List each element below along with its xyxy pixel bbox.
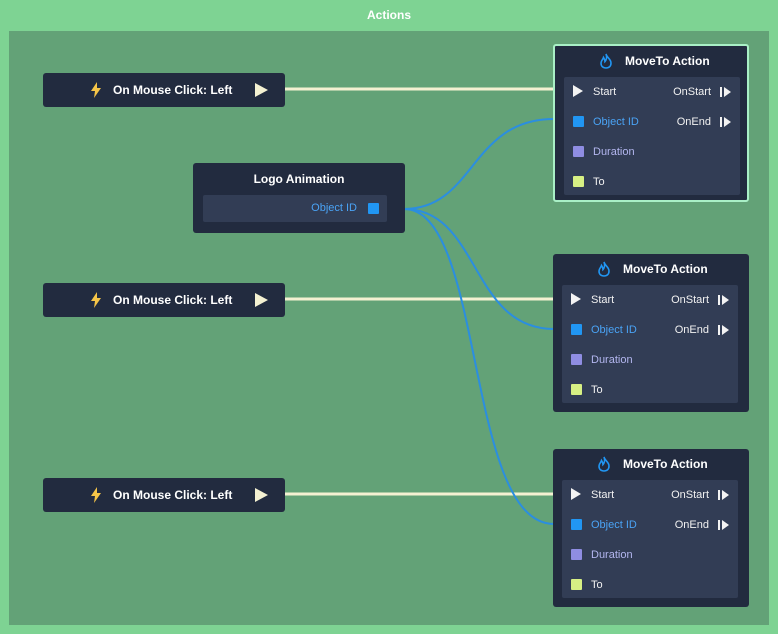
- moveto-action-node-3[interactable]: MoveTo Action Start OnStart Object ID On…: [553, 449, 749, 607]
- duration-label: Duration: [591, 549, 633, 561]
- trigger-label: On Mouse Click: Left: [113, 83, 233, 97]
- play-icon[interactable]: [253, 292, 269, 308]
- node-body: Start OnStart Object ID OnEnd Duration T…: [562, 285, 738, 403]
- onstart-label: OnStart: [671, 294, 709, 306]
- node-body: Start OnStart Object ID OnEnd Duration T…: [562, 480, 738, 598]
- moveto-action-node-2[interactable]: MoveTo Action Start OnStart Object ID On…: [553, 254, 749, 412]
- duration-row: Duration: [562, 345, 738, 375]
- node-header: MoveTo Action: [555, 46, 747, 76]
- start-input-pin[interactable]: [571, 488, 581, 500]
- to-label: To: [593, 176, 605, 188]
- node-title: MoveTo Action: [623, 457, 708, 471]
- to-input-pin[interactable]: [571, 579, 582, 590]
- node-body: Start OnStart Object ID OnEnd Duration T…: [564, 77, 740, 195]
- object-id-row: Object ID OnEnd: [562, 510, 738, 540]
- object-id-label: Object ID: [593, 116, 639, 128]
- start-input-pin[interactable]: [573, 85, 583, 97]
- onstart-label: OnStart: [673, 86, 711, 98]
- object-id-input-pin[interactable]: [571, 324, 582, 335]
- duration-input-pin[interactable]: [571, 549, 582, 560]
- object-id-input-pin[interactable]: [571, 519, 582, 530]
- trigger-label: On Mouse Click: Left: [113, 293, 233, 307]
- start-row: Start OnStart: [562, 480, 738, 510]
- object-id-output-row: Object ID: [203, 195, 387, 222]
- duration-row: Duration: [562, 540, 738, 570]
- fire-icon: [600, 53, 612, 69]
- object-id-input-pin[interactable]: [573, 116, 584, 127]
- to-row: To: [564, 167, 740, 197]
- start-label: Start: [593, 86, 617, 98]
- lightning-icon: [91, 487, 101, 503]
- node-title: Logo Animation: [253, 172, 345, 186]
- to-label: To: [591, 579, 603, 591]
- start-input-pin[interactable]: [571, 293, 581, 305]
- to-row: To: [562, 375, 738, 405]
- object-id-label: Object ID: [591, 324, 637, 336]
- object-id-row: Object ID OnEnd: [564, 107, 740, 137]
- to-label: To: [591, 384, 603, 396]
- onend-label: OnEnd: [674, 324, 709, 336]
- to-row: To: [562, 570, 738, 600]
- onend-output-pin[interactable]: [718, 324, 730, 336]
- duration-label: Duration: [591, 354, 633, 366]
- trigger-label: On Mouse Click: Left: [113, 488, 233, 502]
- duration-label: Duration: [593, 146, 635, 158]
- fire-icon: [598, 261, 610, 277]
- object-id-output-pin[interactable]: [368, 203, 379, 214]
- onstart-output-pin[interactable]: [718, 489, 730, 501]
- trigger-node-2[interactable]: On Mouse Click: Left: [43, 283, 285, 317]
- trigger-node-1[interactable]: On Mouse Click: Left: [43, 73, 285, 107]
- trigger-node-3[interactable]: On Mouse Click: Left: [43, 478, 285, 512]
- onstart-output-pin[interactable]: [718, 294, 730, 306]
- onend-label: OnEnd: [676, 116, 711, 128]
- object-id-row: Object ID OnEnd: [562, 315, 738, 345]
- start-label: Start: [591, 489, 615, 501]
- fire-icon: [598, 456, 610, 472]
- to-input-pin[interactable]: [573, 176, 584, 187]
- logo-animation-node[interactable]: Logo Animation Object ID: [193, 163, 405, 233]
- start-label: Start: [591, 294, 615, 306]
- lightning-icon: [91, 82, 101, 98]
- lightning-icon: [91, 292, 101, 308]
- start-row: Start OnStart: [562, 285, 738, 315]
- actions-graph-window: Actions On Mouse Click: Left On Mouse Cl…: [0, 0, 778, 634]
- play-icon[interactable]: [253, 487, 269, 503]
- onend-output-pin[interactable]: [720, 116, 732, 128]
- moveto-action-node-1[interactable]: MoveTo Action Start OnStart Object ID On…: [553, 44, 749, 202]
- node-title: MoveTo Action: [623, 262, 708, 276]
- to-input-pin[interactable]: [571, 384, 582, 395]
- duration-input-pin[interactable]: [571, 354, 582, 365]
- onend-output-pin[interactable]: [718, 519, 730, 531]
- onend-label: OnEnd: [674, 519, 709, 531]
- play-icon[interactable]: [253, 82, 269, 98]
- object-id-label: Object ID: [591, 519, 637, 531]
- start-row: Start OnStart: [564, 77, 740, 107]
- node-header: MoveTo Action: [553, 449, 749, 479]
- duration-input-pin[interactable]: [573, 146, 584, 157]
- onstart-output-pin[interactable]: [720, 86, 732, 98]
- window-title: Actions: [366, 8, 411, 22]
- node-title: MoveTo Action: [625, 54, 710, 68]
- node-header: MoveTo Action: [553, 254, 749, 284]
- onstart-label: OnStart: [671, 489, 709, 501]
- object-id-output-label: Object ID: [311, 202, 357, 214]
- duration-row: Duration: [564, 137, 740, 167]
